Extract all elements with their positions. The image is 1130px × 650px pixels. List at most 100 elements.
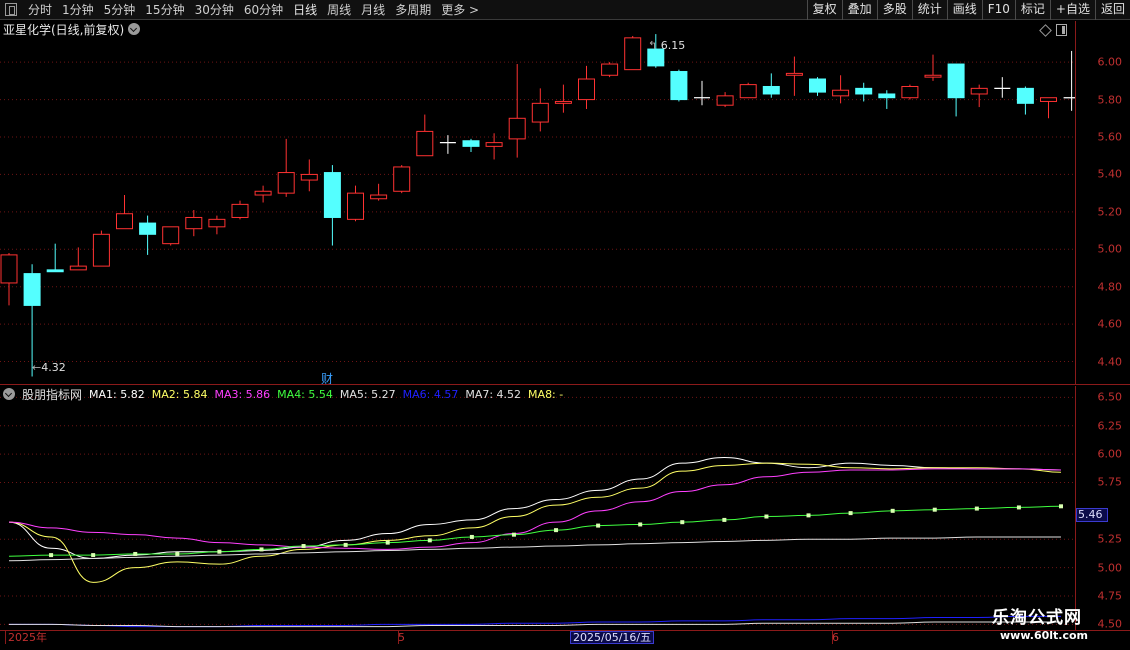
period-tab[interactable]: 分时 (28, 2, 52, 18)
action-buttons: 复权 叠加 多股 统计 画线 F10 标记 +自选 返回 (806, 0, 1130, 20)
candle (1016, 86, 1034, 115)
watermark-title: 乐淘公式网 (992, 608, 1082, 628)
candle (139, 215, 157, 255)
price-axis-label: 5.20 (1097, 205, 1123, 219)
candle (69, 247, 87, 271)
indicator-axis: 6.50 6.25 6.00 5.75 5.25 5.00 4.75 4.50 5.46 (1075, 386, 1130, 631)
period-tab[interactable]: 周线 (327, 2, 351, 18)
price-axis-label: 5.00 (1097, 242, 1123, 256)
candle (578, 65, 595, 109)
indicator-line-ma4 (8, 505, 1062, 557)
date-axis: 2025年 5 2025/05/16/五 6 (0, 631, 1075, 650)
toolbar-action-button[interactable]: 标记 (1014, 0, 1050, 20)
indicator-line-ma1 (8, 456, 1062, 560)
indicator-axis-label: 5.25 (1097, 532, 1123, 546)
candle (162, 226, 180, 246)
indicator-point-marker (175, 551, 180, 556)
candle (508, 64, 526, 158)
indicator-point-marker (1059, 504, 1063, 509)
indicator-point-marker (511, 532, 516, 537)
candle (370, 183, 388, 201)
diamond-icon[interactable] (1039, 24, 1052, 37)
toolbar-action-button[interactable]: 复权 (806, 0, 842, 20)
candle (116, 195, 133, 230)
ma-label: MA4: (277, 387, 309, 401)
candle (947, 63, 965, 117)
panel-toggle-icon[interactable] (1056, 24, 1067, 36)
toolbar-action-button[interactable]: 画线 (946, 0, 982, 20)
period-tab[interactable]: 30分钟 (195, 2, 234, 18)
candle (416, 114, 434, 157)
indicator-axis-label: 4.75 (1097, 589, 1123, 603)
candle (0, 253, 18, 306)
chevron-down-icon[interactable] (128, 23, 141, 35)
ma-value: 5.54 (308, 387, 333, 401)
toolbar-action-button[interactable]: +自选 (1049, 0, 1095, 20)
low-price-label: ←4.32 (32, 361, 66, 374)
candle (23, 264, 41, 377)
period-tab[interactable]: 1分钟 (62, 2, 94, 18)
period-tab[interactable]: 更多 > (441, 2, 479, 18)
candle (970, 84, 988, 108)
candle (554, 84, 572, 113)
period-tab[interactable]: 5分钟 (104, 2, 136, 18)
candle (994, 77, 1011, 98)
ma-value: 5.82 (120, 387, 145, 401)
date-label-year: 2025年 (8, 631, 47, 644)
indicator-axis-label: 5.00 (1097, 561, 1123, 575)
indicator-point-marker (301, 544, 306, 549)
ma-label: MA5: (339, 387, 372, 401)
toolbar-action-button[interactable]: 叠加 (841, 0, 877, 20)
candlestick-pane[interactable] (0, 21, 1075, 384)
candle (924, 54, 942, 81)
site-watermark: 乐淘公式网 www.60lt.com (992, 608, 1110, 648)
indicator-point-marker (806, 513, 811, 518)
period-toolbar: 分时 1分钟 5分钟 15分钟 30分钟 60分钟 日线 周线 月线 多周期 更多 > 复权 叠加 多股… (0, 0, 1130, 20)
chart-title-bar: 亚星化学(日线,前复权) (3, 22, 141, 37)
ma-legend-item: MA5: 5.27 (340, 388, 396, 401)
indicator-line-ma3 (8, 468, 1062, 550)
candle (393, 165, 411, 194)
candle (1040, 97, 1057, 119)
price-axis: 6.00 5.80 5.60 5.40 5.20 5.00 4.80 4.60 4.40 (1075, 21, 1130, 384)
ma-legend-item: MA4: 5.54 (277, 388, 333, 401)
chevron-down-icon[interactable] (3, 388, 15, 400)
indicator-name: 股朋指标网 (22, 387, 83, 402)
candle (1063, 50, 1075, 111)
indicator-point-marker (974, 506, 979, 511)
ma-label: MA3: (214, 387, 246, 401)
indicator-point-marker (848, 511, 853, 516)
price-axis-label: 5.40 (1097, 167, 1123, 181)
period-tab[interactable]: 多周期 (395, 2, 431, 18)
ma-label: MA6: (402, 387, 434, 401)
indicator-point-marker (1016, 505, 1021, 510)
indicator-chart (0, 396, 1075, 628)
toolbar-action-button[interactable]: F10 (981, 0, 1015, 20)
period-tab[interactable]: 日线 (293, 2, 317, 18)
indicator-point-marker (764, 514, 769, 519)
indicator-legend: 股朋指标网 MA1: 5.82 MA2: 5.84 MA3: 5.86 MA4: 5.… (3, 387, 563, 402)
candle (208, 215, 226, 235)
ma-label: MA1: (89, 387, 121, 401)
indicator-point-marker (427, 538, 432, 543)
indicator-axis-label: 6.25 (1097, 419, 1123, 433)
ma-value: 5.27 (371, 387, 396, 401)
candlestick-chart (0, 34, 1075, 377)
indicator-point-marker (554, 528, 559, 533)
candle (601, 62, 619, 78)
period-tab[interactable]: 60分钟 (244, 2, 283, 18)
date-label-june: 6 (832, 631, 839, 644)
candle (832, 75, 850, 104)
period-tab[interactable]: 月线 (361, 2, 385, 18)
indicator-pane[interactable] (0, 386, 1075, 630)
indicator-point-marker (133, 551, 138, 556)
price-axis-label: 4.60 (1097, 317, 1123, 331)
ma-value: 5.86 (245, 387, 271, 401)
date-cursor-label: 2025/05/16/五 (570, 631, 655, 644)
period-tab[interactable]: 15分钟 (145, 2, 184, 18)
toolbar-action-button[interactable]: 统计 (911, 0, 947, 20)
toolbar-action-button[interactable]: 多股 (876, 0, 912, 20)
candle (277, 138, 295, 197)
toolbar-action-button[interactable]: 返回 (1094, 0, 1130, 20)
window-icon[interactable] (5, 3, 17, 16)
